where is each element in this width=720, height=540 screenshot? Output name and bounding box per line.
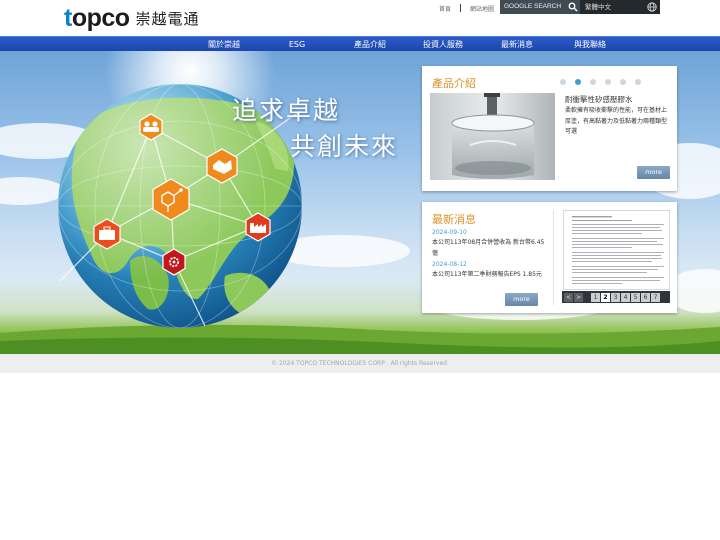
product-description: 柔軟擁有吸收衝擊的性能，可在基材上厚塗，有高黏著力及低黏著力兩種類型可選 [565, 107, 668, 135]
footer: © 2024 TOPCO TECHNOLOGIES CORP . All rig… [0, 354, 720, 373]
logo-latin: topco [64, 3, 130, 32]
pager-page-6[interactable]: 6 [641, 292, 650, 302]
header: topco 崇越電通 首頁 網站地圖 GOOGLE SEARCH 繁體中文 [0, 0, 720, 36]
pager-page-4[interactable]: 4 [621, 292, 630, 302]
sitemap-link[interactable]: 網站地圖 [467, 4, 497, 13]
nav-item-contact[interactable]: 與我聯絡 [574, 37, 606, 52]
news-date: 2024-08-12 [432, 261, 467, 268]
nav-item-investors[interactable]: 投資人服務 [423, 37, 463, 52]
logo-cjk: 崇越電通 [135, 9, 200, 28]
page: topco 崇越電通 首頁 網站地圖 GOOGLE SEARCH 繁體中文 關於… [0, 0, 720, 540]
product-image [430, 93, 555, 180]
financial-report-thumbnail[interactable] [563, 210, 670, 290]
product-name[interactable]: 耐衝擊性矽感壓膠水 [565, 94, 633, 105]
carousel-dots [560, 79, 641, 85]
news-title: 最新消息 [432, 213, 476, 226]
nav-item-products[interactable]: 產品介紹 [354, 37, 386, 52]
logo[interactable]: topco 崇越電通 [64, 2, 200, 34]
carousel-dot[interactable] [560, 79, 566, 85]
hero-slogan-line2: 共創未來 [290, 132, 399, 161]
main-nav: 關於崇越 ESG 產品介紹 投資人服務 最新消息 與我聯絡 [0, 36, 720, 51]
news-pager: < > 1 2 3 4 5 6 7 [562, 291, 670, 303]
news-more-button[interactable]: more [505, 293, 538, 306]
news-panel: 最新消息 2024-09-10 本公司113年08月合併營收為 新台幣6.45億… [422, 202, 677, 313]
pager-page-5[interactable]: 5 [631, 292, 640, 302]
carousel-dot[interactable] [635, 79, 641, 85]
carousel-dot[interactable] [620, 79, 626, 85]
nav-item-about[interactable]: 關於崇越 [208, 37, 240, 52]
hero-slogan-line1: 追求卓越 [232, 96, 341, 125]
products-title: 產品介紹 [432, 77, 476, 90]
news-date: 2024-09-10 [432, 229, 467, 236]
news-item-link[interactable]: 本公司113年08月合併營收為 新台幣6.45億 [432, 237, 550, 259]
carousel-dot-active[interactable] [575, 79, 581, 85]
globe-icon [647, 2, 657, 12]
products-panel: 產品介紹 耐衝擊性矽感壓膠水 柔軟擁有吸收衝擊的性能，可在基材上厚塗，有高黏著力… [422, 66, 677, 191]
report-document-image [572, 216, 664, 284]
top-links: 首頁 網站地圖 [436, 3, 497, 13]
carousel-dot[interactable] [590, 79, 596, 85]
nav-item-news[interactable]: 最新消息 [501, 37, 533, 52]
pager-page-1[interactable]: 1 [591, 292, 600, 302]
pager-prev-button[interactable]: < [564, 292, 573, 302]
pager-page-7[interactable]: 7 [651, 292, 660, 302]
home-link[interactable]: 首頁 [436, 4, 454, 13]
logo-latin-text: t [64, 3, 72, 32]
hexagon-gear-icon [162, 248, 186, 276]
hexagon-people-icon [139, 113, 163, 141]
news-divider [553, 210, 554, 305]
nav-item-esg[interactable]: ESG [289, 37, 305, 52]
pager-page-2-active[interactable]: 2 [601, 292, 610, 302]
product-photo[interactable] [430, 93, 555, 180]
top-links-divider [460, 4, 462, 12]
news-item-link[interactable]: 本公司113年第二季財務報告EPS 1.85元 [432, 269, 550, 280]
products-more-button[interactable]: more [637, 166, 670, 179]
pager-page-3[interactable]: 3 [611, 292, 620, 302]
search-icon [568, 2, 578, 12]
copyright-text: © 2024 TOPCO TECHNOLOGIES CORP . All rig… [271, 360, 449, 367]
search-button[interactable] [566, 0, 580, 14]
pager-next-button[interactable]: > [574, 292, 583, 302]
carousel-dot[interactable] [605, 79, 611, 85]
logo-latin-rest: opco [71, 3, 130, 32]
